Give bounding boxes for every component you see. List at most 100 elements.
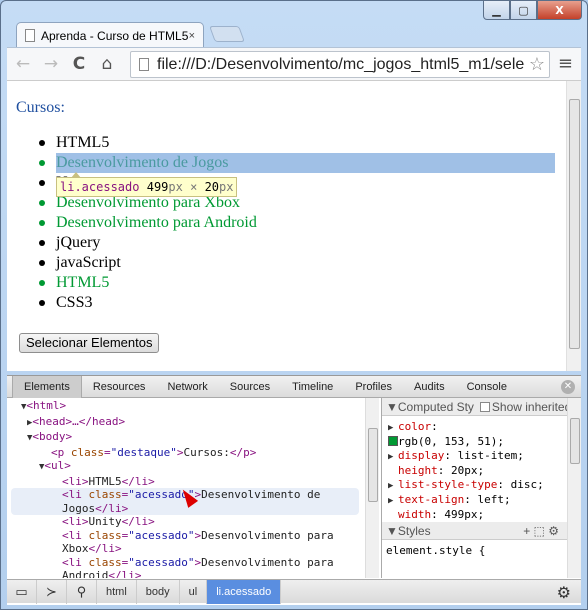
- text-node: Desenvolvimento de: [201, 488, 321, 501]
- attr-value: "acessado": [128, 555, 195, 569]
- devtools-bottom-bar: ▭ ≻ ⚲ html body ul li.acessado ⚙: [7, 579, 581, 604]
- styles-title: Styles: [397, 523, 431, 538]
- tooltip-unit: px: [219, 180, 234, 194]
- computed-property[interactable]: ▶ display: list-item;: [388, 449, 581, 464]
- computed-title: Computed Style: [397, 399, 474, 414]
- home-icon[interactable]: ⌂: [95, 54, 119, 74]
- property-name: width: [398, 508, 432, 521]
- breadcrumb-body[interactable]: body: [137, 579, 180, 604]
- course-item: HTML5: [7, 273, 567, 293]
- computed-properties: ▶ color: rgb(0, 153, 51); ▶ display: list-it…: [382, 416, 581, 522]
- course-label: HTML5: [56, 274, 110, 291]
- tab-timeline[interactable]: Timeline: [281, 376, 344, 398]
- page-scrollbar[interactable]: [566, 81, 581, 371]
- attr-name: class: [70, 445, 104, 459]
- devtools-close-icon[interactable]: ✕: [561, 380, 575, 394]
- tooltip-height: 20: [204, 180, 220, 194]
- color-swatch[interactable]: [388, 436, 398, 446]
- search-icon[interactable]: ⚲: [67, 579, 97, 604]
- window-controls: ▁ ▢ X: [483, 0, 582, 20]
- computed-property[interactable]: height: 20px;: [388, 464, 581, 478]
- computed-property[interactable]: ▶ color: rgb(0, 153, 51);: [388, 420, 581, 449]
- tag: <p: [51, 445, 71, 459]
- computed-property[interactable]: ▶ text-align: left;: [388, 493, 581, 508]
- tree-node-li[interactable]: <li class="acessado">Desenvolvimento par…: [7, 529, 365, 556]
- course-label: Desenvolvimento de Jogos: [56, 154, 229, 171]
- attr-value: "destaque": [110, 445, 177, 459]
- property-value: left: [477, 493, 504, 506]
- menu-icon[interactable]: ≡: [558, 53, 573, 74]
- tab-console[interactable]: Console: [456, 376, 518, 398]
- tab-profiles[interactable]: Profiles: [344, 376, 403, 398]
- computed-property[interactable]: ▶ list-style-type: disc;: [388, 478, 581, 493]
- minimize-button[interactable]: ▁: [483, 0, 510, 20]
- settings-gear-icon[interactable]: ⚙: [557, 583, 571, 603]
- tooltip-unit: px: [168, 180, 183, 194]
- tab-elements[interactable]: Elements: [12, 375, 82, 398]
- tree-node-head[interactable]: ▶<head>…</head>: [7, 415, 365, 431]
- tree-node-li[interactable]: <li class="acessado">Desenvolvimento par…: [7, 556, 365, 579]
- scrollbar-thumb[interactable]: [368, 428, 378, 502]
- text-node: HTML5: [88, 474, 122, 488]
- styles-header[interactable]: ▼ Styles + ⬚ ⚙: [382, 522, 581, 540]
- tree-node-ul[interactable]: ▼<ul>: [7, 459, 365, 475]
- devtools-panel: Elements Resources Network Sources Timeline P…: [7, 375, 581, 605]
- scrollbar-thumb[interactable]: [570, 418, 580, 464]
- back-icon[interactable]: ←: [11, 54, 35, 74]
- tab-title: Aprenda - Curso de HTML5: [41, 28, 189, 43]
- maximize-button[interactable]: ▢: [510, 0, 537, 20]
- text-node: Unity: [88, 515, 122, 528]
- text-node: Jogos: [62, 501, 96, 515]
- styles-sidebar: ▼ Computed StyleShow inherited ▶color:rg…: [381, 398, 581, 578]
- tab-audits[interactable]: Audits: [403, 376, 456, 398]
- devtools-tabs: Elements Resources Network Sources Timeline P…: [7, 375, 581, 398]
- tooltip-selector: li.acessado: [60, 180, 140, 194]
- browser-tab[interactable]: Aprenda - Curso de HTML5 ×: [16, 22, 204, 48]
- dom-tree-scrollbar[interactable]: [365, 398, 379, 578]
- property-name: list-style-type: [398, 478, 498, 491]
- course-item: javaScript: [7, 253, 567, 273]
- attr-value: "acessado": [128, 528, 195, 542]
- tree-node-li[interactable]: <li>Unity</li>: [7, 515, 365, 529]
- star-icon[interactable]: ☆: [524, 54, 549, 75]
- text-node: Cursos:: [183, 445, 230, 459]
- text-node: Desenvolvimento para: [201, 555, 334, 569]
- sidebar-scrollbar[interactable]: [567, 398, 581, 578]
- tree-node-html[interactable]: ▼<html>: [7, 399, 365, 415]
- tree-node-p[interactable]: <p class="destaque">Cursos:</p>: [7, 446, 365, 460]
- page-icon: [25, 29, 35, 42]
- breadcrumb-li-acessado[interactable]: li.acessado: [207, 579, 282, 604]
- course-item: jQuery: [7, 233, 567, 253]
- tab-close-icon[interactable]: ×: [189, 30, 195, 42]
- console-drawer-icon[interactable]: ≻: [37, 579, 67, 604]
- dock-icon[interactable]: ▭: [7, 579, 37, 604]
- reload-icon[interactable]: C: [67, 54, 91, 74]
- course-label: Desenvolvimento para Android: [56, 214, 257, 231]
- close-button[interactable]: X: [537, 0, 582, 20]
- address-bar[interactable]: file:///D:/Desenvolvimento/mc_jogos_html…: [130, 51, 550, 78]
- url-text[interactable]: file:///D:/Desenvolvimento/mc_jogos_html…: [157, 56, 525, 74]
- scrollbar-thumb[interactable]: [569, 99, 580, 349]
- tab-network[interactable]: Network: [156, 376, 218, 398]
- attr-name: class: [88, 528, 122, 542]
- breadcrumb-ul[interactable]: ul: [180, 579, 208, 604]
- tab-resources[interactable]: Resources: [82, 376, 157, 398]
- select-elements-button[interactable]: Selecionar Elementos: [19, 333, 160, 353]
- computed-property[interactable]: width: 499px;: [388, 508, 581, 522]
- new-tab-button[interactable]: [209, 26, 245, 42]
- text-node: Xbox: [62, 542, 89, 555]
- show-inherited-checkbox[interactable]: [479, 401, 490, 412]
- tab-sources[interactable]: Sources: [219, 376, 281, 398]
- breadcrumb-html[interactable]: html: [97, 579, 137, 604]
- tag: </p>: [229, 445, 257, 459]
- show-inherited-label: Show inherited: [491, 399, 572, 414]
- property-name: display: [398, 449, 445, 462]
- forward-icon[interactable]: →: [39, 54, 63, 74]
- element-style-rule[interactable]: element.style {: [382, 540, 581, 561]
- course-label: CSS3: [56, 294, 93, 311]
- tree-node-body[interactable]: ▼<body>: [7, 430, 365, 446]
- inspect-tooltip: li.acessado 499px × 20px: [56, 172, 238, 197]
- property-value: 499px: [444, 508, 478, 521]
- tag: <html>: [26, 399, 67, 412]
- computed-style-header[interactable]: ▼ Computed StyleShow inherited: [382, 398, 581, 416]
